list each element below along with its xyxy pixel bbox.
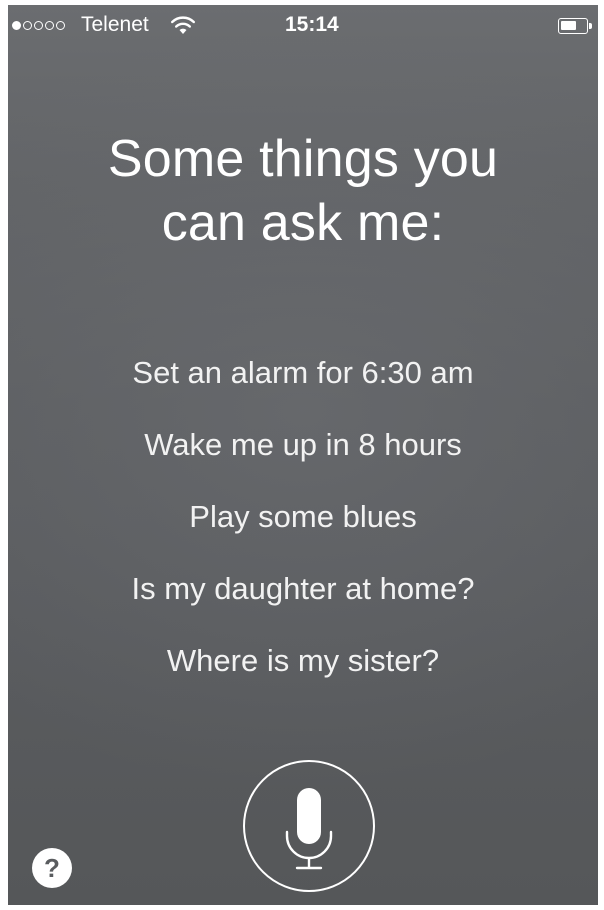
status-bar: Telenet 15:14 [8, 5, 598, 45]
siri-prompt-heading: Some things you can ask me: [8, 127, 598, 255]
suggestion-item[interactable]: Set an alarm for 6:30 am [8, 345, 598, 417]
suggestion-item[interactable]: Wake me up in 8 hours [8, 417, 598, 489]
microphone-button[interactable] [243, 760, 375, 892]
status-time: 15:14 [285, 13, 339, 36]
battery-icon [558, 18, 588, 34]
signal-dot [45, 20, 54, 30]
battery-tip [589, 23, 592, 29]
signal-dot [56, 20, 65, 30]
wifi-icon [171, 16, 195, 34]
siri-screen: Telenet 15:14 Some things you can ask me… [8, 5, 598, 905]
signal-dot [23, 20, 32, 30]
suggestion-list: Set an alarm for 6:30 am Wake me up in 8… [8, 345, 598, 705]
help-button[interactable]: ? [32, 848, 72, 888]
battery-level [561, 21, 576, 30]
suggestion-item[interactable]: Is my daughter at home? [8, 561, 598, 633]
heading-line-1: Some things you [107, 130, 499, 188]
signal-dot [34, 20, 43, 30]
heading-line-2: can ask me: [161, 194, 445, 252]
suggestion-item[interactable]: Where is my sister? [8, 633, 598, 705]
signal-strength-icon [12, 11, 65, 39]
signal-dot [12, 20, 21, 30]
suggestion-item[interactable]: Play some blues [8, 489, 598, 561]
microphone-icon [285, 788, 333, 870]
carrier-name: Telenet [81, 13, 149, 36]
